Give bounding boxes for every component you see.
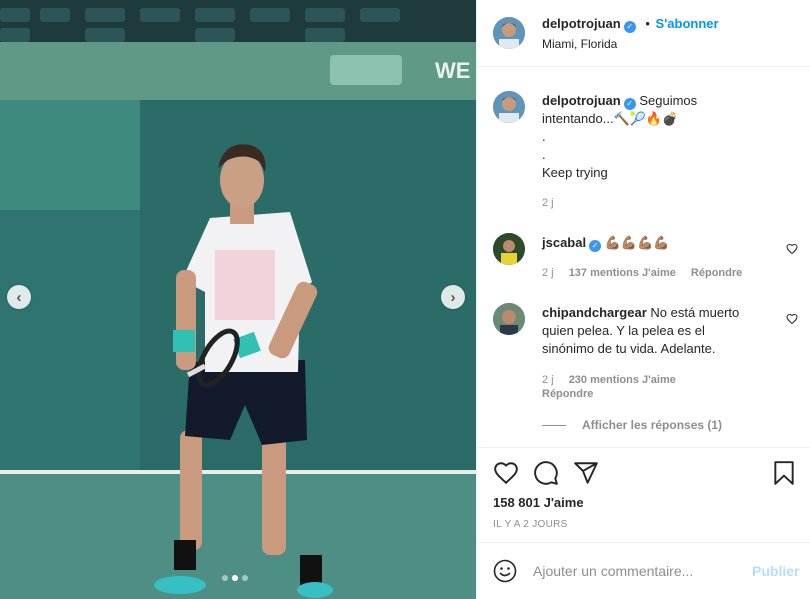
reply-button[interactable]: Répondre [691, 267, 742, 279]
chevron-left-icon[interactable]: ‹ [7, 285, 31, 309]
comment-meta: 2 j 137 mentions J'aime Répondre [542, 267, 754, 279]
caption-line: intentando...🔨🎾🔥💣 [542, 111, 679, 126]
carousel-dots [222, 575, 248, 581]
post-header: delpotrojuan ✓ • S'abonner Miami, Florida [477, 0, 810, 67]
comment-likes[interactable]: 230 mentions J'aime [569, 374, 676, 386]
bookmark-icon[interactable] [771, 460, 797, 486]
post-actions: 158 801 J'aime IL Y A 2 JOURS [477, 447, 810, 542]
caption-text: delpotrojuan ✓ Seguimos intentando...🔨🎾🔥💣… [542, 92, 697, 182]
comment-item: chipandchargear No está muerto quien pel… [493, 303, 798, 403]
caption-line: Seguimos [639, 93, 698, 108]
comment-input[interactable] [533, 560, 733, 582]
post-sidebar: delpotrojuan ✓ • S'abonner Miami, Florida… [476, 0, 810, 599]
avatar[interactable] [493, 17, 525, 49]
carousel-dot-active [232, 575, 238, 581]
verified-badge-icon: ✓ [623, 98, 636, 110]
comment-body: No está muerto [650, 305, 740, 320]
show-replies-button[interactable]: Afficher les réponses (1) [542, 418, 722, 432]
comment-time[interactable]: 2 j [542, 267, 554, 279]
caption-line: . [542, 129, 546, 144]
caption-line: Keep trying [542, 165, 608, 180]
caption-meta: 2 j [542, 197, 566, 209]
comment-body: quien pelea. Y la pelea es el [542, 323, 705, 338]
chevron-right-icon[interactable]: › [441, 285, 465, 309]
comment-body: 💪🏽💪🏽💪🏽💪🏽 [604, 235, 670, 250]
comment-item: jscabal ✓ 💪🏽💪🏽💪🏽💪🏽 2 j 137 mentions J'aim… [493, 233, 798, 283]
follow-button[interactable]: S'abonner [656, 16, 719, 31]
caption-line: . [542, 147, 546, 162]
comment-meta: 2 j 230 mentions J'aime Répondre [542, 373, 688, 401]
avatar[interactable] [493, 303, 525, 335]
comments-list[interactable]: delpotrojuan ✓ Seguimos intentando...🔨🎾🔥💣… [477, 68, 810, 446]
svg-text:WE: WE [435, 58, 470, 83]
share-icon[interactable] [573, 460, 599, 486]
heart-icon[interactable] [786, 313, 798, 325]
carousel-dot [222, 575, 228, 581]
comment-text: chipandchargear No está muerto quien pel… [542, 304, 757, 358]
comment-time[interactable]: 2 j [542, 374, 554, 386]
comment-username[interactable]: chipandchargear [542, 305, 647, 320]
caption-username[interactable]: delpotrojuan [542, 93, 621, 108]
comment-icon[interactable] [533, 460, 559, 486]
caption: delpotrojuan ✓ Seguimos intentando...🔨🎾🔥💣… [493, 91, 793, 211]
heart-icon[interactable] [786, 243, 798, 255]
replies-divider [542, 424, 566, 426]
show-replies-label[interactable]: Afficher les réponses (1) [582, 418, 722, 432]
verified-badge-icon: ✓ [623, 21, 636, 33]
verified-badge-icon: ✓ [589, 240, 602, 252]
comment-likes[interactable]: 137 mentions J'aime [569, 267, 676, 279]
heart-icon[interactable] [493, 460, 519, 486]
caption-time[interactable]: 2 j [542, 197, 554, 209]
add-comment-bar: Publier [477, 542, 810, 599]
comment-body: sinónimo de tu vida. Adelante. [542, 341, 716, 356]
avatar[interactable] [493, 233, 525, 265]
publish-button[interactable]: Publier [752, 563, 799, 579]
comment-username[interactable]: jscabal [542, 235, 586, 250]
reply-button[interactable]: Répondre [542, 388, 593, 400]
post-location[interactable]: Miami, Florida [542, 37, 617, 51]
post-username[interactable]: delpotrojuan [542, 16, 621, 31]
post-media[interactable]: WE ‹ › [0, 0, 476, 599]
follow-separator: • [645, 16, 650, 31]
post-time[interactable]: IL Y A 2 JOURS [493, 519, 568, 530]
emoji-icon[interactable] [493, 559, 517, 583]
comment-text: jscabal ✓ 💪🏽💪🏽💪🏽💪🏽 [542, 234, 669, 252]
carousel-dot [242, 575, 248, 581]
avatar[interactable] [493, 91, 525, 123]
likes-count[interactable]: 158 801 J'aime [493, 495, 584, 510]
post-photo: WE [0, 0, 476, 599]
